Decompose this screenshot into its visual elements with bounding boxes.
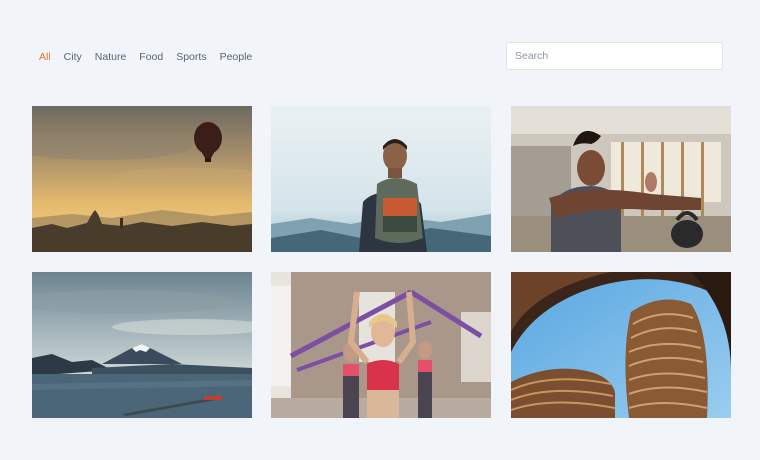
gallery-image-hiker[interactable] [271,106,491,252]
filter-nature[interactable]: Nature [95,50,127,64]
gallery-image-mountain-lake[interactable] [32,272,252,418]
gallery-image-balloon-sunset[interactable] [32,106,252,252]
search-input[interactable] [506,42,723,70]
filter-people[interactable]: People [220,50,253,64]
filter-sports[interactable]: Sports [176,50,206,64]
image-gallery [32,106,731,418]
gallery-image-round-building[interactable] [511,272,731,418]
category-filter-bar: All City Nature Food Sports People [39,50,265,64]
gallery-image-gym-workout[interactable] [511,106,731,252]
filter-food[interactable]: Food [139,50,163,64]
filter-all[interactable]: All [39,50,51,64]
filter-city[interactable]: City [64,50,82,64]
gallery-image-fitness-class[interactable] [271,272,491,418]
